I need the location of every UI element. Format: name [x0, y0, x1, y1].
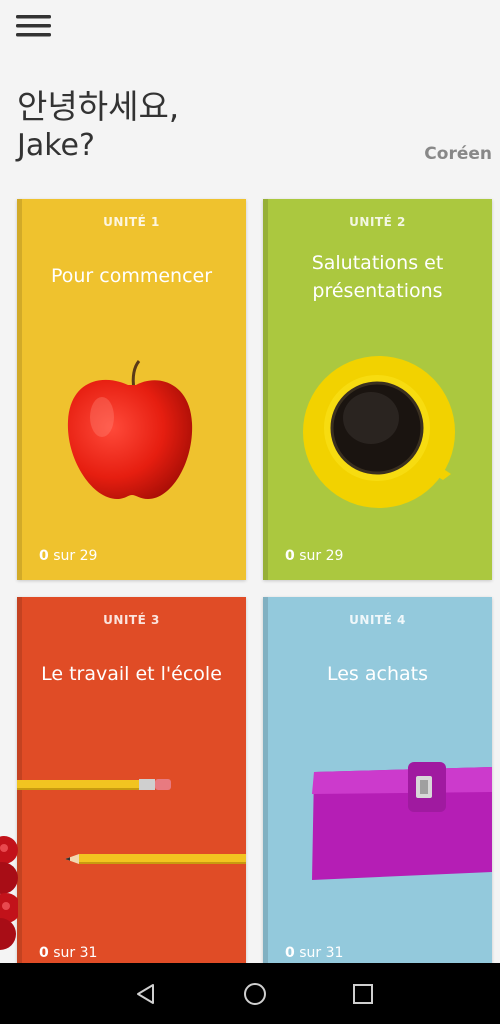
- unit-title: Pour commencer: [50, 265, 213, 287]
- back-button[interactable]: [116, 963, 176, 1024]
- unit-title: Les achats: [326, 663, 428, 685]
- unit-progress: 0 sur 29: [39, 548, 98, 564]
- circle-home-icon: [244, 983, 266, 1005]
- recents-button[interactable]: [333, 963, 393, 1024]
- unit-label: UNITÉ 1: [103, 215, 160, 229]
- card-spine: [17, 199, 22, 580]
- unit-progress: 0 sur 31: [285, 945, 344, 961]
- triangle-back-icon: [137, 984, 154, 1004]
- raspberry-image: [0, 836, 18, 950]
- unit-label: UNITÉ 2: [349, 215, 406, 229]
- coffee-cup-image: [303, 356, 455, 508]
- card-spine: [263, 597, 268, 977]
- apple-image: [67, 360, 193, 499]
- unit-title: Salutations et présentations: [311, 252, 444, 302]
- unit-card-3[interactable]: UNITÉ 3 Le travail et l'école 0 sur 31: [17, 597, 246, 977]
- unit-progress: 0 sur 31: [39, 945, 98, 961]
- wallet-image: [312, 762, 492, 880]
- unit-label: UNITÉ 4: [349, 613, 406, 627]
- card-spine: [263, 199, 268, 580]
- menu-button[interactable]: [16, 12, 52, 42]
- system-nav-bar: [0, 963, 500, 1024]
- language-selector[interactable]: Coréen: [424, 144, 492, 164]
- unit-title: Le travail et l'école: [41, 663, 222, 685]
- square-recents-icon: [353, 984, 373, 1004]
- unit-progress: 0 sur 29: [285, 548, 344, 564]
- hamburger-menu-icon: [16, 15, 51, 37]
- pencils-image: [17, 779, 246, 864]
- greeting-line-2: Jake?: [17, 128, 95, 163]
- unit-card-2[interactable]: UNITÉ 2 Salutations et présentations 0 s…: [263, 199, 492, 580]
- home-button[interactable]: [225, 963, 285, 1024]
- unit-label: UNITÉ 3: [103, 613, 160, 627]
- unit-card-4[interactable]: UNITÉ 4 Les achats 0 sur 31: [263, 597, 492, 977]
- top-bar: [0, 0, 500, 60]
- greeting-line-1: 안녕하세요,: [17, 87, 180, 126]
- unit-card-1[interactable]: UNITÉ 1 Pour commencer 0 sur 29: [17, 199, 246, 580]
